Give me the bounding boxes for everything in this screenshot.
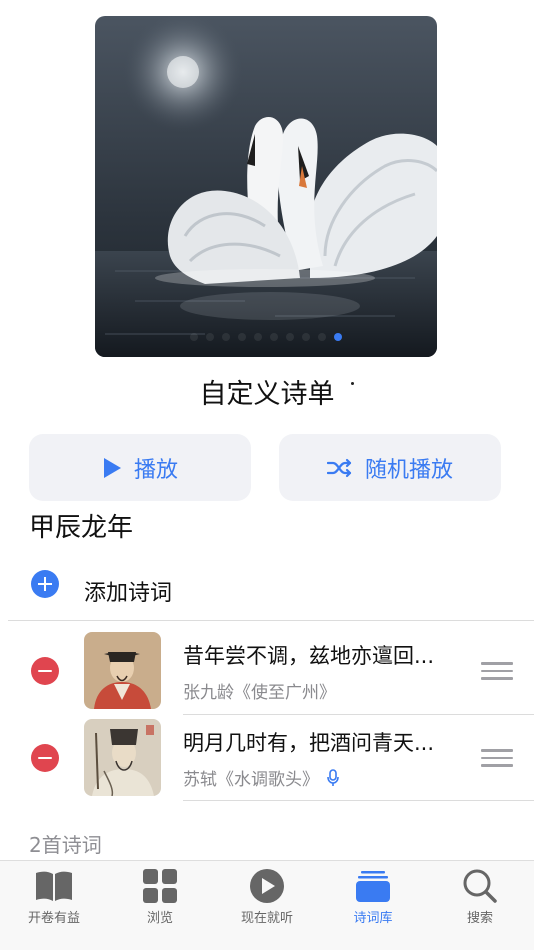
tab-reading[interactable]: 开卷有益	[9, 869, 99, 926]
microphone-icon	[327, 768, 339, 786]
tab-browse[interactable]: 浏览	[115, 869, 205, 926]
remove-icon[interactable]	[31, 657, 59, 685]
page-dot[interactable]	[270, 333, 278, 341]
add-icon[interactable]	[31, 570, 59, 598]
page-dot[interactable]	[286, 333, 294, 341]
poem-author-work: 苏轼《水调歌头》	[183, 765, 339, 790]
page-dot[interactable]	[206, 333, 214, 341]
shuffle-icon	[326, 458, 352, 477]
poem-count: 2首诗词	[29, 833, 102, 857]
tab-search[interactable]: 搜索	[435, 869, 525, 926]
poem-author-text: 苏轼《水调歌头》	[183, 770, 319, 790]
page-dot[interactable]	[302, 333, 310, 341]
tab-label: 搜索	[466, 911, 493, 926]
play-circle-icon	[250, 869, 284, 903]
page-dot[interactable]	[254, 333, 262, 341]
grid-icon	[143, 869, 177, 903]
reorder-handle-icon[interactable]	[481, 749, 513, 767]
poem-row[interactable]: 明月几时有，把酒问青天... 苏轼《水调歌头》	[0, 715, 534, 801]
section-title: 甲辰龙年	[29, 513, 134, 543]
play-button-label: 播放	[133, 457, 178, 483]
poem-thumbnail	[84, 719, 161, 796]
page-dot-active[interactable]	[334, 333, 342, 341]
shuffle-button-label: 随机播放	[364, 457, 453, 483]
divider	[183, 800, 534, 801]
add-poem-row[interactable]	[31, 570, 59, 598]
swans-image	[95, 16, 437, 357]
divider	[8, 620, 534, 621]
poem-first-line: 明月几时有，把酒问青天...	[183, 731, 435, 755]
portrait-image	[84, 719, 161, 796]
tab-label: 浏览	[146, 911, 173, 926]
portrait-image	[84, 632, 161, 709]
play-button[interactable]: 播放	[29, 434, 251, 501]
playlist-title[interactable]: 自定义诗单	[0, 372, 534, 411]
search-icon	[463, 869, 497, 903]
reorder-handle-icon[interactable]	[481, 662, 513, 680]
tab-listen-now[interactable]: 现在就听	[222, 869, 312, 926]
tab-label: 诗词库	[353, 911, 393, 926]
page-indicator[interactable]	[95, 333, 437, 341]
page-dot[interactable]	[222, 333, 230, 341]
poem-first-line: 昔年尝不调，兹地亦邅回...	[183, 644, 435, 668]
tab-label: 开卷有益	[27, 911, 80, 926]
tab-library[interactable]: 诗词库	[328, 869, 418, 926]
page-dot[interactable]	[190, 333, 198, 341]
book-icon	[36, 871, 72, 901]
playlist-cover[interactable]	[95, 16, 437, 357]
play-icon	[103, 457, 121, 478]
poem-author-work: 张九龄《使至广州》	[183, 678, 336, 703]
poem-thumbnail	[84, 632, 161, 709]
poem-author-text: 张九龄《使至广州》	[183, 683, 336, 703]
tab-label: 现在就听	[240, 911, 293, 926]
remove-icon[interactable]	[31, 744, 59, 772]
page-dot[interactable]	[238, 333, 246, 341]
add-poem-label[interactable]: 添加诗词	[84, 575, 172, 607]
title-edit-indicator	[351, 382, 354, 385]
library-icon	[356, 871, 390, 902]
shuffle-button[interactable]: 随机播放	[279, 434, 501, 501]
tab-bar: 开卷有益 浏览 现在就听 诗词库 搜索	[0, 860, 534, 950]
poem-row[interactable]: 昔年尝不调，兹地亦邅回... 张九龄《使至广州》	[0, 628, 534, 714]
page-dot[interactable]	[318, 333, 326, 341]
